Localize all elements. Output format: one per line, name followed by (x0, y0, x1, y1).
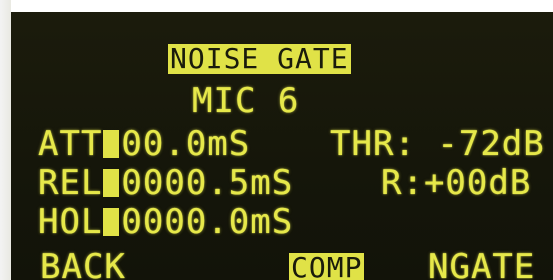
screen-bezel-left (0, 0, 11, 280)
attack-row[interactable]: ATT 00.0mS (38, 127, 250, 161)
hold-row[interactable]: HOL 0000.0mS (38, 205, 293, 239)
ratio-row[interactable]: R:+00dB (381, 166, 531, 200)
back-softkey[interactable]: BACK (40, 250, 126, 280)
threshold-label: THR: (330, 124, 416, 164)
release-value[interactable]: 0000.5mS (121, 163, 293, 203)
ratio-label: R: (381, 163, 424, 203)
channel-name: MIC 6 (192, 81, 300, 121)
hold-label: HOL (38, 202, 103, 242)
comp-softkey[interactable]: COMP (289, 253, 365, 280)
hold-value[interactable]: 0000.0mS (121, 202, 293, 242)
ngate-softkey[interactable]: NGATE (428, 250, 535, 280)
threshold-row[interactable]: THR: -72dB (330, 127, 545, 161)
lcd-screen: NOISE GATE MIC 6 ATT 00.0mS REL 0000.5mS H… (0, 0, 553, 280)
attack-label: ATT (38, 124, 103, 164)
attack-value[interactable]: 00.0mS (121, 124, 250, 164)
ratio-value[interactable]: +00dB (424, 163, 531, 203)
screen-title-label: NOISE GATE (168, 42, 351, 75)
release-row[interactable]: REL 0000.5mS (38, 166, 293, 200)
release-label: REL (38, 163, 103, 203)
comp-softkey-label: COMP (289, 253, 365, 280)
edit-cursor-attack (103, 130, 120, 158)
screen-title: NOISE GATE (168, 44, 351, 74)
edit-cursor-hold (103, 208, 120, 236)
screen-bezel-top (0, 0, 553, 12)
threshold-value[interactable]: -72dB (437, 124, 544, 164)
edit-cursor-release (103, 169, 120, 197)
